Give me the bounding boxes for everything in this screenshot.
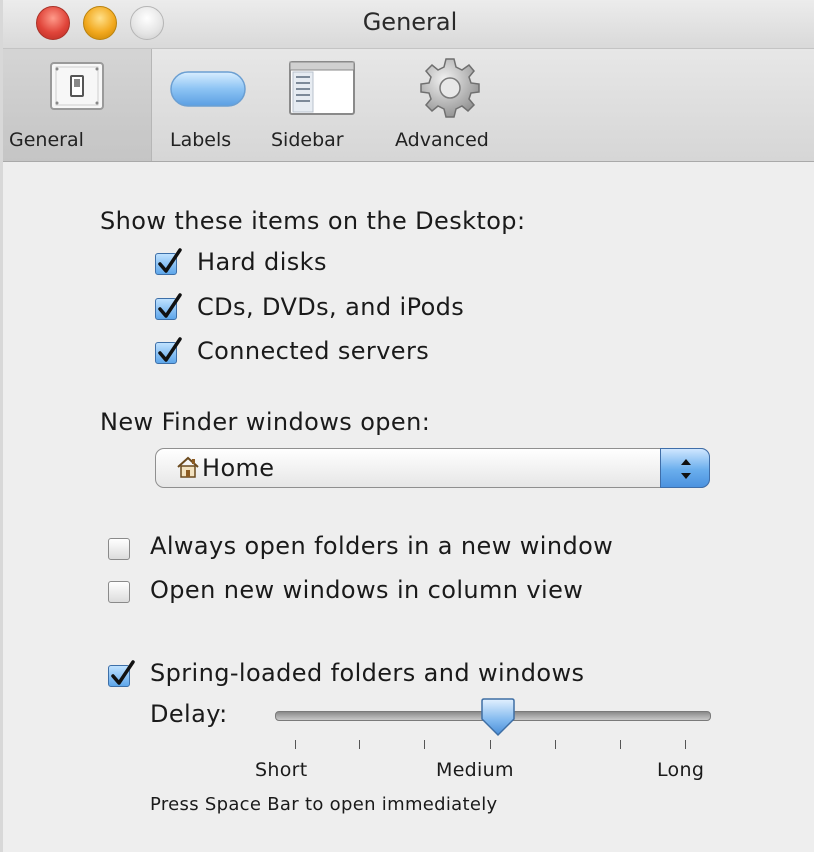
column-view-label[interactable]: Open new windows in column view [150,576,583,604]
gear-icon [419,57,481,123]
switch-icon [49,61,105,115]
new-window-heading: New Finder windows open: [100,408,431,436]
checkmark-icon [158,248,182,273]
tab-sidebar-label: Sidebar [271,129,344,151]
slider-tick [424,740,425,749]
spring-loaded-checkbox[interactable] [108,660,135,687]
checkmark-icon [158,337,182,362]
label-pill-icon [170,71,246,111]
tab-sidebar[interactable]: Sidebar [265,49,375,161]
slider-tick [490,740,491,749]
hard-disks-label[interactable]: Hard disks [197,248,327,276]
spring-loaded-label[interactable]: Spring-loaded folders and windows [150,659,584,687]
delay-short-label: Short [255,759,308,781]
delay-slider-thumb[interactable] [481,697,515,737]
hard-disks-checkbox[interactable] [155,248,182,275]
removable-media-label[interactable]: CDs, DVDs, and iPods [197,293,464,321]
tab-general-label: General [9,129,84,151]
space-bar-hint: Press Space Bar to open immediately [150,794,498,815]
window-title: General [362,8,458,36]
tab-advanced[interactable]: Advanced [385,49,515,161]
tab-advanced-label: Advanced [395,129,489,151]
new-window-location-popup[interactable]: Home [155,448,710,488]
general-preferences-window: General General Labels Sidebar Advanced … [0,0,814,852]
connected-servers-checkbox[interactable] [155,337,182,364]
title-bar[interactable]: General [3,0,814,49]
delay-long-label: Long [657,759,705,781]
column-view-checkbox[interactable] [108,581,130,603]
checkmark-icon [111,660,135,685]
general-pane: Show these items on the Desktop: Hard di… [3,162,814,852]
open-folders-new-window-checkbox[interactable] [108,538,130,560]
slider-tick [555,740,556,749]
home-icon [176,455,200,483]
removable-media-checkbox[interactable] [155,293,182,320]
tab-general[interactable]: General [3,49,152,161]
delay-medium-label: Medium [436,759,514,781]
slider-tick [685,740,686,749]
connected-servers-label[interactable]: Connected servers [197,337,429,365]
tab-labels-label: Labels [170,129,232,151]
open-folders-new-window-label[interactable]: Always open folders in a new window [150,532,613,560]
chevron-up-down-icon[interactable] [660,448,710,488]
slider-tick [295,740,296,749]
delay-label: Delay: [150,700,228,728]
preferences-toolbar: General Labels Sidebar Advanced [3,49,814,162]
slider-tick [620,740,621,749]
tab-labels[interactable]: Labels [158,49,258,161]
popup-selected-value: Home [202,454,275,482]
checkmark-icon [158,293,182,318]
sidebar-window-icon [289,61,355,119]
slider-tick [359,740,360,749]
desktop-items-heading: Show these items on the Desktop: [100,207,526,235]
